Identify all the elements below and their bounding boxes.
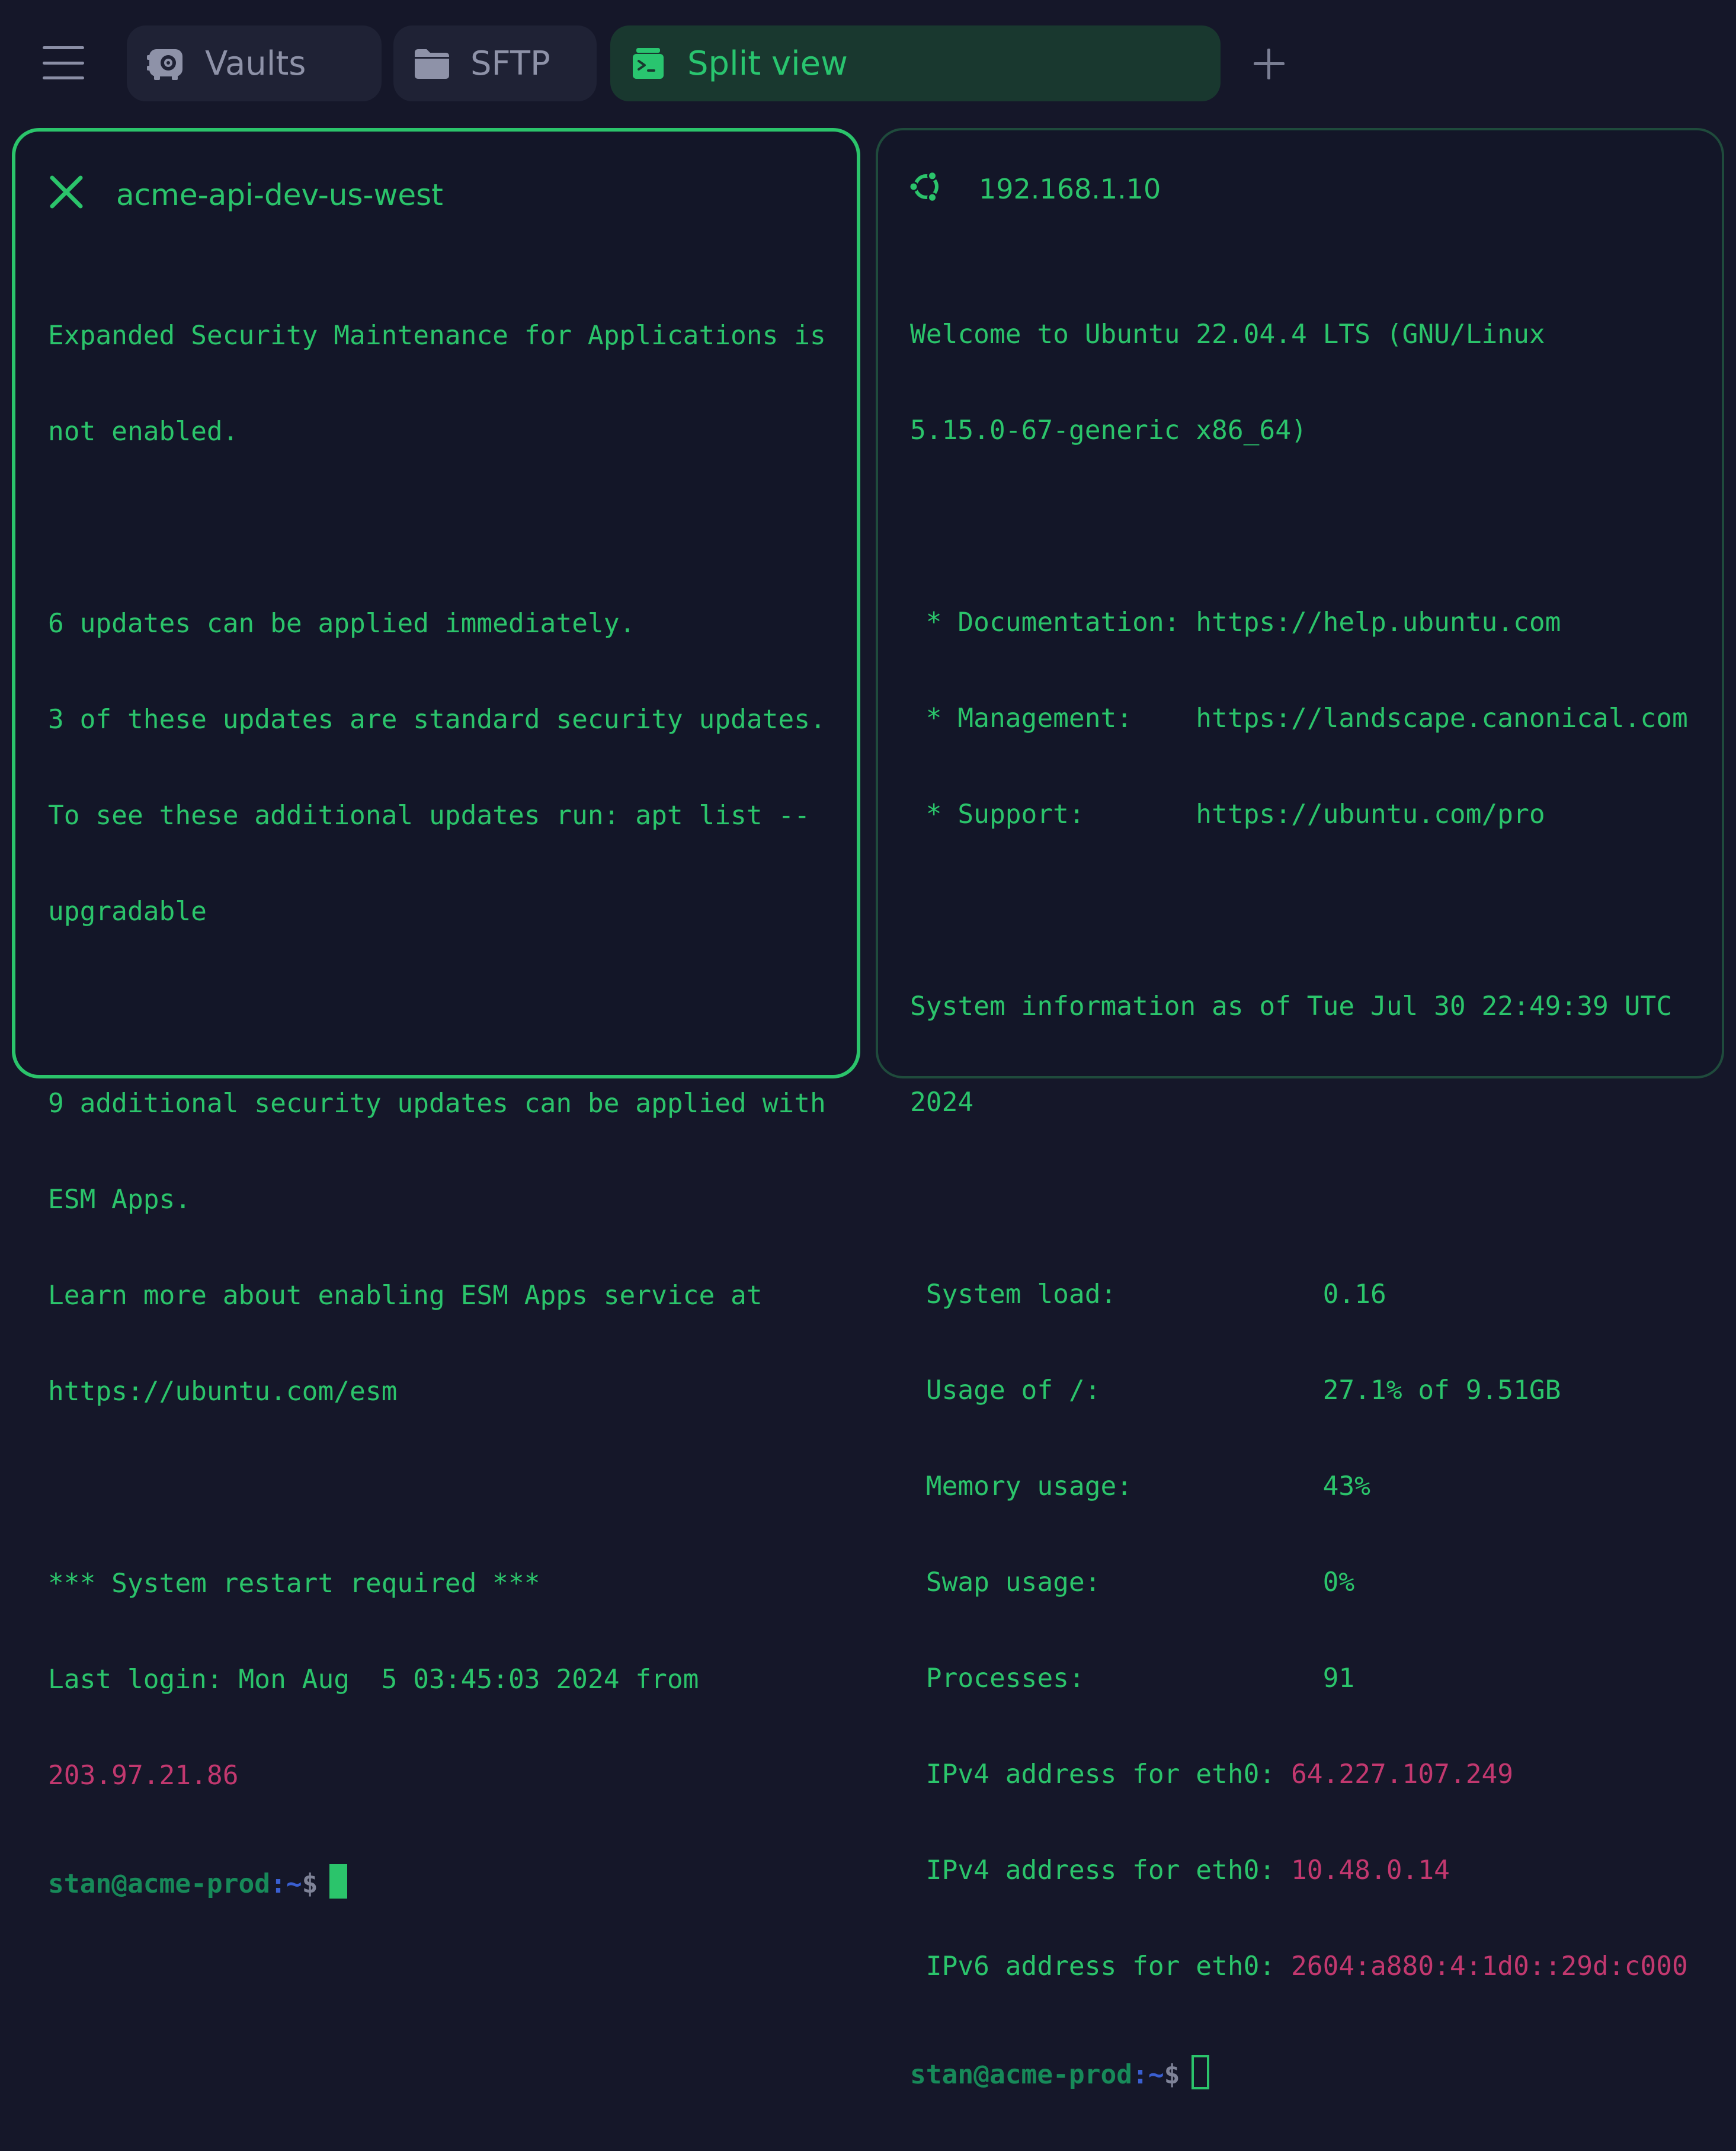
terminal-line: 5.15.0-67-generic x86_64) bbox=[910, 415, 1307, 446]
prompt-user: stan@acme-prod bbox=[48, 1869, 271, 1899]
terminal-line: not enabled. bbox=[48, 417, 239, 447]
hamburger-menu-icon[interactable] bbox=[43, 46, 84, 79]
terminal-line: * Documentation: https://help.ubuntu.com bbox=[910, 607, 1561, 638]
terminal-line: To see these additional updates run: apt… bbox=[48, 801, 810, 831]
terminal-line: IPv6 address for eth0: 2604:a880:4:1d0::… bbox=[910, 1951, 1688, 1983]
ip-address: 64.227.107.249 bbox=[1291, 1759, 1514, 1790]
ip-label: IPv4 address for eth0: bbox=[910, 1855, 1291, 1886]
prompt-colon: : bbox=[1132, 2060, 1148, 2090]
vault-icon bbox=[147, 49, 182, 80]
tab-sftp[interactable]: SFTP bbox=[393, 25, 597, 101]
shell-prompt: stan@acme-prod:~$ bbox=[48, 1864, 826, 1899]
prompt-path: ~ bbox=[286, 1869, 302, 1899]
terminal-icon bbox=[633, 48, 664, 79]
terminal-line: Memory usage: 43% bbox=[910, 1471, 1370, 1502]
terminal-line: Welcome to Ubuntu 22.04.4 LTS (GNU/Linux bbox=[910, 319, 1545, 350]
terminal-output[interactable]: Expanded Security Maintenance for Applic… bbox=[48, 256, 826, 1960]
close-icon[interactable] bbox=[49, 174, 84, 210]
terminal-line: Swap usage: 0% bbox=[910, 1567, 1355, 1598]
terminal-line: * Support: https://ubuntu.com/pro bbox=[910, 799, 1545, 830]
terminal-cursor bbox=[329, 1864, 348, 1899]
tab-split-view[interactable]: Split view bbox=[610, 25, 1221, 101]
shell-prompt: stan@acme-prod:~$ bbox=[910, 2055, 1688, 2090]
terminal-line: IPv4 address for eth0: 10.48.0.14 bbox=[910, 1855, 1688, 1887]
prompt-path: ~ bbox=[1148, 2060, 1164, 2090]
tab-label: SFTP bbox=[470, 44, 550, 83]
terminal-line: System information as of Tue Jul 30 22:4… bbox=[910, 991, 1672, 1022]
terminal-line: 2024 bbox=[910, 1087, 974, 1118]
terminal-line: * Management: https://landscape.canonica… bbox=[910, 703, 1688, 734]
folder-icon bbox=[415, 49, 449, 79]
prompt-symbol: $ bbox=[1164, 2060, 1180, 2090]
ip-address: 10.48.0.14 bbox=[1291, 1855, 1450, 1886]
terminal-line: IPv4 address for eth0: 64.227.107.249 bbox=[910, 1759, 1688, 1791]
prompt-colon: : bbox=[270, 1869, 286, 1899]
terminal-line: System load: 0.16 bbox=[910, 1279, 1386, 1310]
terminal-cursor bbox=[1192, 2055, 1210, 2089]
tab-bar: Vaults SFTP Split view bbox=[0, 0, 1736, 124]
terminal-line: Learn more about enabling ESM Apps servi… bbox=[48, 1281, 763, 1311]
tab-label: Vaults bbox=[205, 44, 306, 83]
terminal-line: ESM Apps. bbox=[48, 1185, 191, 1215]
terminal-line: 9 additional security updates can be app… bbox=[48, 1089, 826, 1119]
pane-title: acme-api-dev-us-west bbox=[116, 178, 443, 212]
terminal-pane-right[interactable]: 192.168.1.10 Welcome to Ubuntu 22.04.4 L… bbox=[876, 128, 1724, 2090]
terminal-line: Expanded Security Maintenance for Applic… bbox=[48, 321, 826, 351]
terminal-line: upgradable bbox=[48, 897, 207, 927]
terminal-pane-left[interactable]: acme-api-dev-us-west Expanded Security M… bbox=[12, 128, 860, 1899]
ip-label: IPv6 address for eth0: bbox=[910, 1951, 1291, 1982]
tab-vaults[interactable]: Vaults bbox=[127, 25, 382, 101]
pane-title: 192.168.1.10 bbox=[979, 173, 1161, 205]
ip-address: 2604:a880:4:1d0::29d:c000 bbox=[1291, 1951, 1688, 1982]
terminal-line: Last login: Mon Aug 5 03:45:03 2024 from bbox=[48, 1665, 699, 1695]
login-ip: 203.97.21.86 bbox=[48, 1761, 239, 1791]
terminal-output[interactable]: Welcome to Ubuntu 22.04.4 LTS (GNU/Linux… bbox=[910, 255, 1688, 2151]
pane-header: acme-api-dev-us-west bbox=[15, 132, 857, 250]
prompt-user: stan@acme-prod bbox=[910, 2060, 1133, 2090]
tab-label: Split view bbox=[687, 44, 848, 83]
ubuntu-icon bbox=[909, 171, 939, 203]
terminal-line: *** System restart required *** bbox=[48, 1569, 540, 1599]
pane-header: 192.168.1.10 bbox=[878, 130, 1722, 249]
ip-label: IPv4 address for eth0: bbox=[910, 1759, 1291, 1790]
terminal-line: https://ubuntu.com/esm bbox=[48, 1377, 398, 1407]
terminal-line: 3 of these updates are standard security… bbox=[48, 705, 826, 735]
plus-icon[interactable] bbox=[1251, 46, 1287, 82]
terminal-line: 6 updates can be applied immediately. bbox=[48, 609, 636, 639]
terminal-line: Processes: 91 bbox=[910, 1663, 1355, 1694]
terminal-line: Usage of /: 27.1% of 9.51GB bbox=[910, 1375, 1561, 1406]
prompt-symbol: $ bbox=[302, 1869, 318, 1899]
